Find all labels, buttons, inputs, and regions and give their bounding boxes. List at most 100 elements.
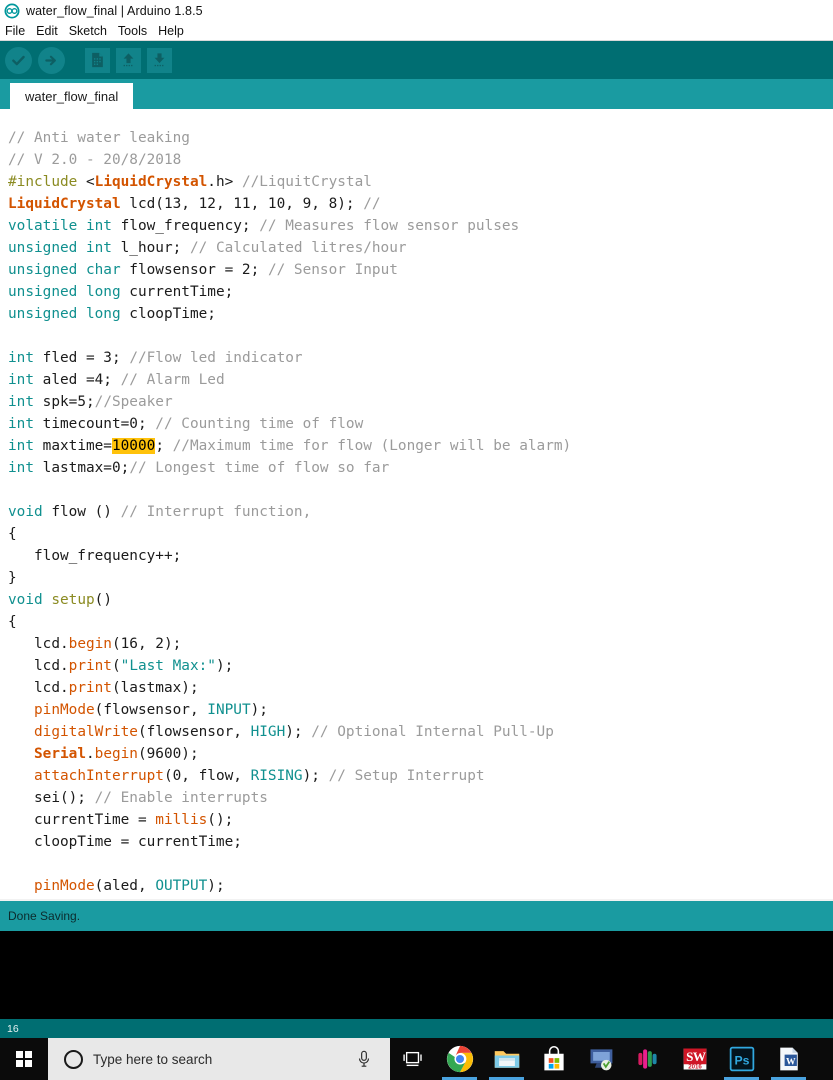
code-token: lcd. [8, 680, 69, 696]
code-token: (); [207, 812, 234, 828]
monitor-icon [590, 1049, 612, 1071]
code-token: (flowsensor, [94, 702, 208, 718]
code-token: unsigned int [8, 240, 112, 256]
taskbar-item-chrome[interactable] [436, 1038, 483, 1080]
code-token: // Calculated litres/hour [189, 240, 407, 256]
window-title: water_flow_final | Arduino 1.8.5 [26, 4, 203, 18]
code-editor[interactable]: // Anti water leaking // V 2.0 - 20/8/201… [0, 109, 833, 899]
save-button[interactable] [147, 47, 172, 73]
taskbar-item-file-explorer[interactable] [483, 1038, 530, 1080]
code-token: { [8, 526, 17, 542]
verify-button[interactable] [5, 46, 32, 74]
code-token: volatile int [8, 218, 112, 234]
taskbar-item-word[interactable]: W [765, 1038, 812, 1080]
upload-button[interactable] [38, 46, 65, 74]
code-token: // Sensor Input [267, 262, 398, 278]
solidworks-icon: S W 2016 [683, 1048, 706, 1071]
code-token: flow_frequency++; [8, 548, 182, 564]
code-token: aled =4; [34, 372, 121, 388]
menu-help[interactable]: Help [158, 24, 190, 38]
code-token: LiquidCrystal [94, 174, 208, 190]
code-token: (flowsensor, [137, 724, 251, 740]
taskbar-search-box[interactable]: Type here to search [48, 1038, 390, 1080]
code-line: // V 2.0 - 20/8/2018 [0, 149, 833, 171]
code-line: unsigned char flowsensor = 2; // Sensor … [0, 259, 833, 281]
start-button[interactable] [0, 1038, 48, 1080]
code-token: } [8, 570, 17, 586]
code-token: .h> [207, 174, 242, 190]
code-line: flow_frequency++; [0, 545, 833, 567]
code-token: digitalWrite [34, 724, 138, 740]
code-token: flow_frequency; [111, 218, 260, 234]
arrow-down-icon [154, 53, 165, 67]
cortana-circle-icon [64, 1049, 83, 1069]
taskbar-item-color-bars-app[interactable] [624, 1038, 671, 1080]
taskbar-item-microsoft-store[interactable] [530, 1038, 577, 1080]
code-token: cloopTime = currentTime; [8, 834, 242, 850]
code-token: // Measures flow sensor pulses [259, 218, 520, 234]
code-token: maxtime= [34, 438, 112, 454]
color-bars-icon [637, 1049, 657, 1069]
code-token: (0, flow, [163, 768, 251, 784]
code-token: // Counting time of flow [155, 416, 364, 432]
taskbar-item-solidworks[interactable]: S W 2016 [671, 1038, 718, 1080]
code-token: ( [111, 658, 121, 674]
menu-edit[interactable]: Edit [36, 24, 64, 38]
code-token: spk=5; [34, 394, 95, 410]
code-line: Serial.begin(9600); [0, 743, 833, 765]
code-token: Serial [34, 746, 86, 762]
code-token: // V 2.0 - 20/8/2018 [8, 152, 182, 168]
store-bag-icon [543, 1045, 564, 1071]
code-token: // Enable interrupts [94, 790, 268, 806]
code-token: lcd. [8, 636, 69, 652]
word-icon: W [779, 1047, 798, 1071]
arrow-right-icon [45, 55, 56, 65]
code-token: l_hour; [111, 240, 190, 256]
code-token: (9600); [137, 746, 199, 762]
code-token: void [8, 592, 52, 608]
photoshop-icon: Ps [729, 1046, 754, 1072]
code-token: #include [8, 174, 86, 190]
line-number: 16 [7, 1022, 19, 1035]
code-token: millis [155, 812, 208, 828]
menu-tools[interactable]: Tools [118, 24, 153, 38]
title-bar: water_flow_final | Arduino 1.8.5 [0, 0, 833, 22]
new-button[interactable] [85, 47, 110, 73]
menu-file[interactable]: File [5, 24, 31, 38]
taskbar-item-remote-display[interactable] [577, 1038, 624, 1080]
code-token: //Flow led indicator [129, 350, 303, 366]
code-token: sei(); [8, 790, 95, 806]
code-line: #include <LiquidCrystal.h> //LiquitCryst… [0, 171, 833, 193]
tab-strip: water_flow_final [0, 79, 833, 109]
code-token: // Anti water leaking [8, 130, 190, 146]
code-token: (16, 2); [111, 636, 182, 652]
code-token: lcd(13, 12, 11, 10, 9, 8); [120, 196, 364, 212]
code-token: HIGH [250, 724, 286, 740]
toolbar [0, 41, 833, 79]
code-token: print [68, 680, 112, 696]
code-token: // Setup Interrupt [328, 768, 485, 784]
console-output[interactable] [0, 931, 833, 1019]
code-token: int [8, 416, 34, 432]
status-message-bar: Done Saving. [0, 899, 833, 931]
task-view-button[interactable] [390, 1038, 436, 1080]
code-token: //Maximum time for flow (Longer will be … [172, 438, 572, 454]
taskbar-item-photoshop[interactable]: Ps [718, 1038, 765, 1080]
arduino-logo-icon [4, 3, 20, 19]
code-token: currentTime; [120, 284, 234, 300]
open-button[interactable] [116, 47, 141, 73]
tab-water-flow-final[interactable]: water_flow_final [10, 83, 134, 109]
microphone-icon[interactable] [356, 1050, 372, 1068]
menu-sketch[interactable]: Sketch [69, 24, 113, 38]
code-token: int [8, 460, 34, 476]
code-token: print [68, 658, 112, 674]
code-token: pinMode [34, 878, 95, 894]
code-token: (aled, [94, 878, 156, 894]
code-token: RISING [250, 768, 303, 784]
code-line: sei(); // Enable interrupts [0, 787, 833, 809]
